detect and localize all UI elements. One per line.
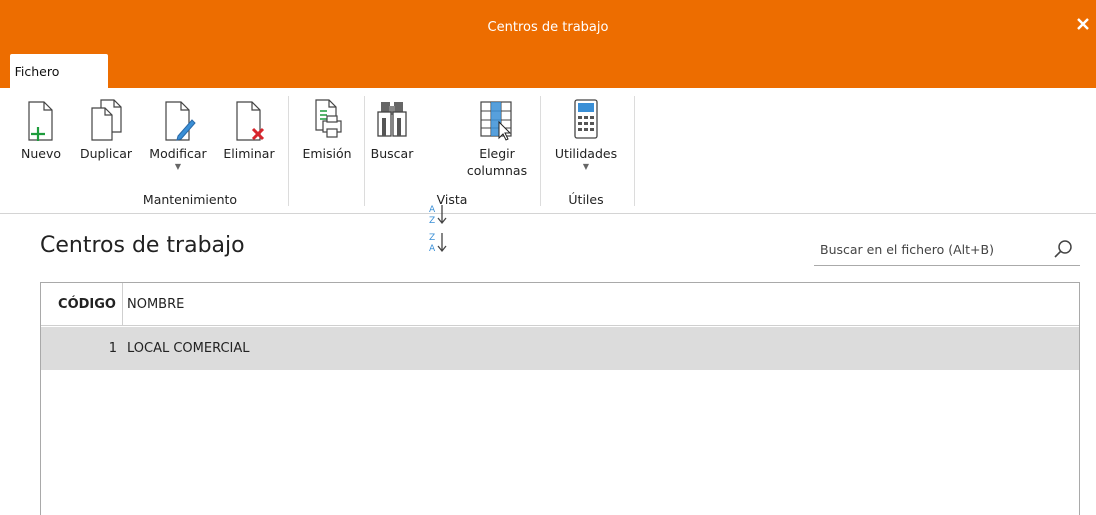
duplicate-icon [91,99,122,141]
tab-fichero[interactable]: Fichero [10,54,108,88]
ribbon-separator [288,96,289,206]
cell-nombre: LOCAL COMERCIAL [127,341,250,356]
search-input[interactable] [820,238,1040,260]
duplicar-button[interactable]: Duplicar [74,94,138,162]
utilidades-label: Utilidades [554,146,618,161]
emision-label: Emisión [302,146,352,161]
svg-text:Z: Z [429,233,435,243]
nuevo-button[interactable]: Nuevo [18,94,64,162]
duplicar-label: Duplicar [79,146,133,161]
new-document-icon [28,101,53,141]
columnas-label: columnas [466,163,528,178]
buscar-label: Buscar [370,146,414,161]
group-label-mantenimiento: Mantenimiento [142,192,238,207]
print-icon [315,99,342,138]
column-header-codigo[interactable]: CÓDIGO [41,283,123,325]
window-title: Centros de trabajo [487,20,609,35]
modificar-dropdown-icon: ▼ [174,162,182,171]
edit-document-icon [165,101,196,141]
eliminar-button[interactable]: Eliminar [218,94,280,162]
eliminar-label: Eliminar [223,146,275,161]
utilidades-button[interactable]: Utilidades ▼ [546,94,626,172]
data-grid: CÓDIGO NOMBRE 1 LOCAL COMERCIAL [40,282,1080,515]
elegir-columnas-button[interactable]: Elegir columnas [462,94,532,179]
sort-za-icon[interactable]: Z A [427,230,449,254]
ribbon-separator [634,96,635,206]
ribbon: Nuevo Duplicar Modificar ▼ Eliminar Mant… [0,88,1096,254]
utilidades-dropdown-icon: ▼ [582,162,590,171]
modificar-label: Modificar [149,146,207,161]
elegir-label: Elegir [479,146,515,161]
nuevo-label: Nuevo [20,146,61,161]
group-label-utiles: Útiles [568,192,604,207]
calculator-icon [574,99,598,139]
title-bar: Centros de trabajo Fichero [0,0,1096,88]
choose-columns-icon [480,101,512,141]
search-icon[interactable] [1052,238,1074,260]
close-icon [1077,18,1089,30]
page-title: Centros de trabajo [40,233,245,258]
binoculars-icon [377,102,407,137]
ribbon-separator [540,96,541,206]
table-row[interactable]: 1 LOCAL COMERCIAL [41,327,1079,370]
search-box [814,234,1080,266]
buscar-button[interactable]: Buscar [370,94,414,162]
group-label-vista: Vista [436,192,468,207]
column-header-nombre[interactable]: NOMBRE [123,283,184,325]
tab-fichero-label: Fichero [14,63,60,79]
ribbon-separator [364,96,365,206]
svg-text:A: A [429,244,436,254]
close-button[interactable] [1074,14,1092,34]
grid-header: CÓDIGO NOMBRE [41,283,1079,326]
cell-codigo: 1 [108,341,117,356]
emision-button[interactable]: Emisión [296,94,358,162]
modificar-button[interactable]: Modificar ▼ [142,94,214,172]
delete-document-icon [236,101,265,141]
svg-text:Z: Z [429,216,435,226]
